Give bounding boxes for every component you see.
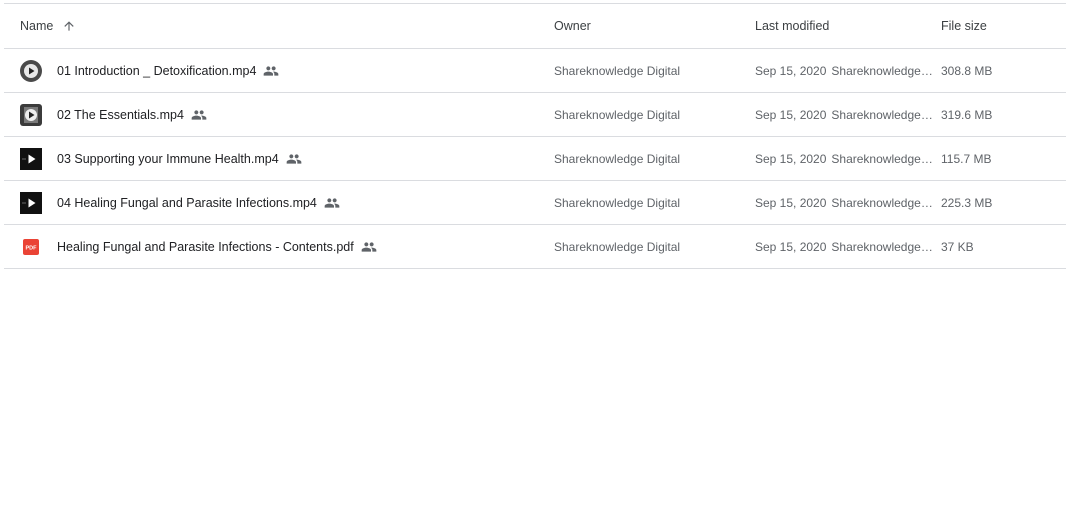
- table-row[interactable]: 03 Supporting your Immune Health.mp4 Sha…: [4, 137, 1066, 181]
- column-header-owner[interactable]: Owner: [554, 4, 744, 48]
- video-thumbnail-icon: [20, 59, 42, 82]
- owner-cell: Shareknowledge Digital: [554, 151, 681, 166]
- file-size-cell: 319.6 MB: [941, 107, 993, 122]
- column-header-owner-label: Owner: [554, 19, 591, 33]
- owner-cell: Shareknowledge Digital: [554, 63, 681, 78]
- file-size-cell: 37 KB: [941, 239, 974, 254]
- modified-by: Shareknowledge …: [831, 63, 935, 78]
- file-name[interactable]: 02 The Essentials.mp4: [57, 108, 184, 122]
- last-modified-cell: Sep 15, 2020 Shareknowledge …: [755, 181, 935, 224]
- table-row[interactable]: 04 Healing Fungal and Parasite Infection…: [4, 181, 1066, 225]
- owner-cell: Shareknowledge Digital: [554, 195, 681, 210]
- column-header-file-size-label: File size: [941, 19, 987, 33]
- column-header-last-modified-label: Last modified: [755, 19, 830, 33]
- last-modified-cell: Sep 15, 2020 Shareknowledge …: [755, 49, 935, 92]
- file-name[interactable]: 03 Supporting your Immune Health.mp4: [57, 152, 279, 166]
- modified-by: Shareknowledge …: [831, 239, 935, 254]
- modified-by: Shareknowledge …: [831, 195, 935, 210]
- column-header-row: Name Owner Last modified File size: [4, 4, 1066, 49]
- file-name-cell[interactable]: 03 Supporting your Immune Health.mp4: [20, 137, 540, 180]
- owner-cell: Shareknowledge Digital: [554, 239, 681, 254]
- arrow-up-icon[interactable]: [62, 19, 76, 33]
- file-name-cell[interactable]: 02 The Essentials.mp4: [20, 93, 540, 136]
- video-thumbnail-icon: [20, 191, 42, 214]
- video-thumbnail-icon: [20, 103, 42, 126]
- last-modified-cell: Sep 15, 2020 Shareknowledge …: [755, 225, 935, 268]
- column-header-name[interactable]: Name: [20, 4, 540, 48]
- modified-date: Sep 15, 2020: [755, 151, 827, 166]
- modified-date: Sep 15, 2020: [755, 195, 827, 210]
- file-name[interactable]: Healing Fungal and Parasite Infections -…: [57, 240, 354, 254]
- column-header-name-label: Name: [20, 19, 54, 33]
- last-modified-cell: Sep 15, 2020 Shareknowledge …: [755, 137, 935, 180]
- file-name-cell[interactable]: 01 Introduction _ Detoxification.mp4: [20, 49, 540, 92]
- shared-people-icon: [361, 239, 377, 255]
- modified-date: Sep 15, 2020: [755, 107, 827, 122]
- table-row[interactable]: PDF Healing Fungal and Parasite Infectio…: [4, 225, 1066, 269]
- owner-cell: Shareknowledge Digital: [554, 107, 681, 122]
- file-size-cell: 308.8 MB: [941, 63, 993, 78]
- file-name[interactable]: 01 Introduction _ Detoxification.mp4: [57, 64, 256, 78]
- pdf-icon-label: PDF: [26, 245, 38, 251]
- file-name[interactable]: 04 Healing Fungal and Parasite Infection…: [57, 196, 317, 210]
- file-size-cell: 225.3 MB: [941, 195, 993, 210]
- file-name-cell[interactable]: PDF Healing Fungal and Parasite Infectio…: [20, 225, 540, 268]
- file-list: Name Owner Last modified File size 01 In…: [4, 3, 1066, 269]
- modified-date: Sep 15, 2020: [755, 63, 827, 78]
- shared-people-icon: [263, 63, 279, 79]
- modified-by: Shareknowledge …: [831, 151, 935, 166]
- shared-people-icon: [191, 107, 207, 123]
- video-thumbnail-icon: [20, 147, 42, 170]
- shared-people-icon: [286, 151, 302, 167]
- column-header-file-size[interactable]: File size: [941, 4, 1061, 48]
- column-header-last-modified[interactable]: Last modified: [755, 4, 935, 48]
- file-name-cell[interactable]: 04 Healing Fungal and Parasite Infection…: [20, 181, 540, 224]
- table-row[interactable]: 02 The Essentials.mp4 Shareknowledge Dig…: [4, 93, 1066, 137]
- modified-by: Shareknowledge …: [831, 107, 935, 122]
- last-modified-cell: Sep 15, 2020 Shareknowledge …: [755, 93, 935, 136]
- table-row[interactable]: 01 Introduction _ Detoxification.mp4 Sha…: [4, 49, 1066, 93]
- modified-date: Sep 15, 2020: [755, 239, 827, 254]
- file-size-cell: 115.7 MB: [941, 151, 992, 166]
- pdf-icon: PDF: [20, 236, 42, 258]
- shared-people-icon: [324, 195, 340, 211]
